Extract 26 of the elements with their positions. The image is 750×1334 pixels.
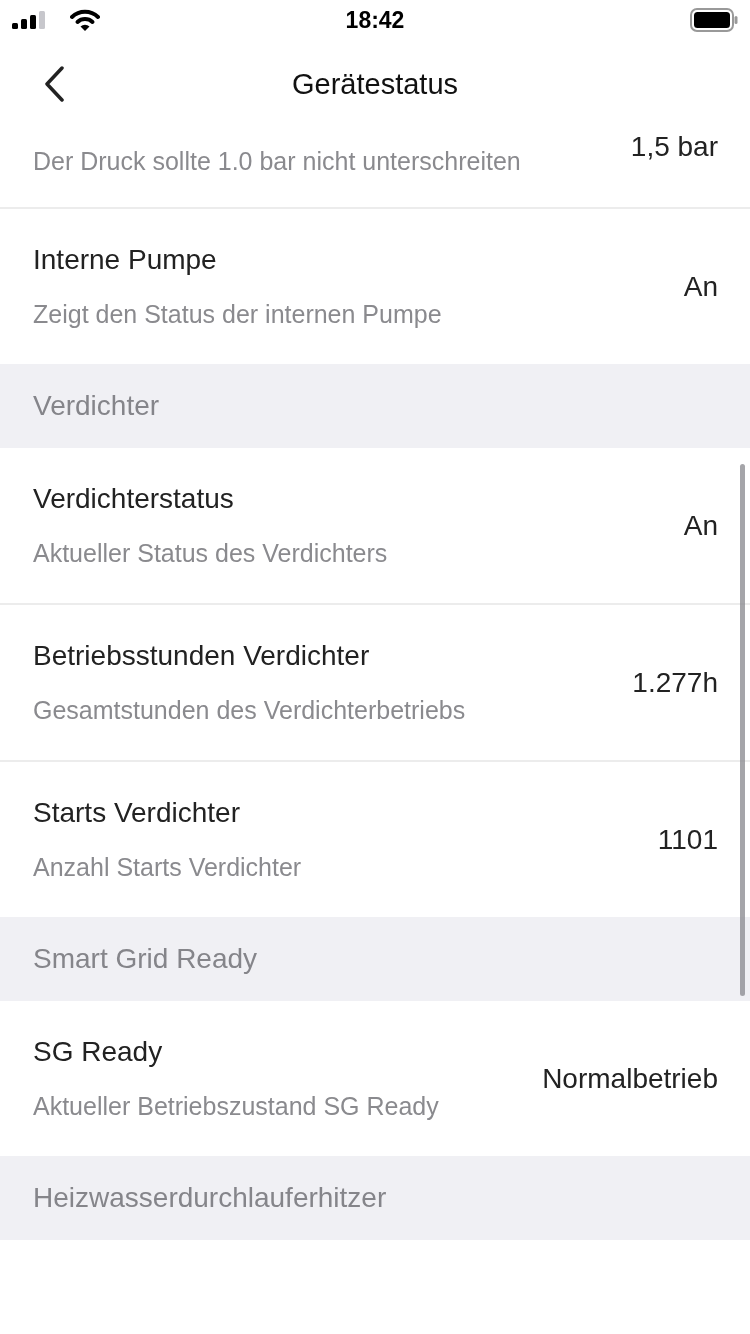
back-icon [43,66,65,102]
row-description: Anzahl Starts Verdichter [33,852,303,883]
row-description: Der Druck sollte 1.0 bar nicht unterschreiten [33,146,522,177]
row-title: Interne Pumpe [33,243,218,277]
row-title: SG Ready [33,1035,164,1069]
wifi-icon [70,9,100,31]
screen-title: Gerätestatus [292,67,458,102]
section-title: Verdichter [33,389,160,423]
row-value: 1101 [657,822,718,857]
row-value: 1.277h [632,665,718,700]
battery-icon [690,8,738,32]
row-value: An [683,269,718,304]
section-title: Smart Grid Ready [33,942,258,976]
row-title: Starts Verdichter [33,796,241,830]
row-title: Betriebsstunden Verdichter [33,639,371,673]
signal-icon [12,11,46,29]
section-title: Heizwasserdurchlauferhitzer [33,1181,387,1215]
status-time: 18:42 [345,6,405,34]
row-description: Gesamtstunden des Verdichterbetriebs [33,695,467,726]
row-description: Aktueller Status des Verdichters [33,538,389,569]
row-value: Normalbetrieb [542,1061,718,1096]
row-description: Aktueller Betriebszustand SG Ready [33,1091,440,1122]
row-title: Verdichterstatus [33,482,235,516]
row-value: 1,5 bar [630,130,718,164]
row-description: Zeigt den Status der internen Pumpe [33,299,443,330]
row-value: An [683,508,718,543]
